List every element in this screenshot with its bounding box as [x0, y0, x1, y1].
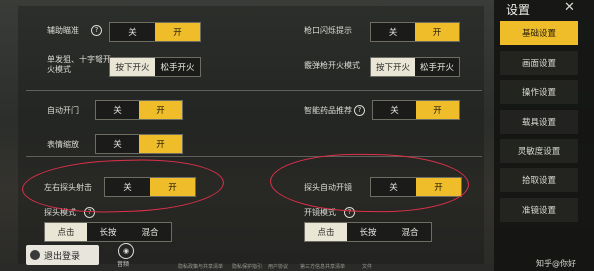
- shotgun-fire-press[interactable]: 按下开火: [371, 58, 415, 76]
- sidebar-item-basic[interactable]: 基础设置: [500, 21, 578, 45]
- shotgun-fire-label: 霰弹枪开火模式: [304, 61, 360, 70]
- logout-label: 退出登录: [44, 251, 81, 262]
- muzzle-flash-on[interactable]: 开: [415, 23, 459, 41]
- aim-assist-toggle[interactable]: 关 开: [109, 22, 201, 42]
- emote-zoom-on[interactable]: 开: [139, 135, 182, 153]
- logout-button[interactable]: 退出登录: [26, 245, 99, 265]
- peek-mode-tap[interactable]: 点击: [45, 223, 87, 241]
- smart-meds-toggle[interactable]: 关 开: [372, 100, 460, 120]
- muzzle-flash-label: 枪口闪烁提示: [304, 26, 352, 35]
- single-fire-release[interactable]: 松手开火: [155, 58, 200, 76]
- scope-mode-tap[interactable]: 点击: [305, 223, 347, 241]
- sidebar-item-pickup[interactable]: 拾取设置: [500, 168, 578, 192]
- smart-meds-off[interactable]: 关: [373, 101, 416, 119]
- footer-link-agreement[interactable]: 用户协议: [268, 263, 288, 270]
- peek-mode-hold[interactable]: 长按: [87, 223, 129, 241]
- headset-icon[interactable]: ◉: [118, 243, 134, 259]
- smart-meds-label: 智能药品推荐: [304, 106, 352, 115]
- sidebar-item-sensitivity[interactable]: 灵敏度设置: [500, 139, 578, 163]
- user-icon: [30, 250, 40, 260]
- footer-link-privacy[interactable]: 隐私政策与共享清单: [178, 263, 223, 270]
- shotgun-fire-toggle[interactable]: 按下开火 松手开火: [370, 57, 460, 77]
- auto-door-off[interactable]: 关: [96, 101, 139, 119]
- emote-zoom-label: 表情缩放: [47, 140, 79, 149]
- footer-link-files[interactable]: 文件: [362, 263, 372, 270]
- scope-mode-mixed[interactable]: 混合: [389, 223, 431, 241]
- muzzle-flash-off[interactable]: 关: [371, 23, 415, 41]
- single-fire-press[interactable]: 按下开火: [110, 58, 155, 76]
- auto-door-toggle[interactable]: 关 开: [95, 100, 183, 120]
- help-icon[interactable]: ?: [354, 105, 365, 116]
- auto-door-label: 自动开门: [47, 106, 79, 115]
- peek-mode-mixed[interactable]: 混合: [129, 223, 171, 241]
- help-icon[interactable]: ?: [91, 25, 102, 36]
- scope-mode-hold[interactable]: 长按: [347, 223, 389, 241]
- close-icon[interactable]: ✕: [564, 1, 575, 14]
- emote-zoom-off[interactable]: 关: [96, 135, 139, 153]
- voice-label: 音频: [117, 261, 130, 268]
- watermark: 知乎@你好: [536, 259, 576, 268]
- emote-zoom-toggle[interactable]: 关 开: [95, 134, 183, 154]
- aim-assist-on[interactable]: 开: [155, 23, 200, 41]
- footer-link-thirdparty[interactable]: 第三方信息共享清单: [300, 263, 345, 270]
- aim-assist-label: 辅助瞄准: [47, 26, 79, 35]
- auto-door-on[interactable]: 开: [139, 101, 182, 119]
- sidebar-item-controls[interactable]: 操作设置: [500, 80, 578, 104]
- divider: [26, 90, 482, 91]
- aim-assist-off[interactable]: 关: [110, 23, 155, 41]
- single-fire-toggle[interactable]: 按下开火 松手开火: [109, 57, 201, 77]
- sidebar-title: 设置: [506, 3, 531, 17]
- sidebar-item-vehicle[interactable]: 载具设置: [500, 110, 578, 134]
- sidebar-item-scope[interactable]: 准镜设置: [500, 198, 578, 222]
- sidebar-item-graphics[interactable]: 画面设置: [500, 51, 578, 75]
- smart-meds-on[interactable]: 开: [416, 101, 459, 119]
- scope-mode-selector[interactable]: 点击 长按 混合: [304, 222, 432, 242]
- single-fire-label: 单发狙、十字弩开火模式: [47, 55, 111, 74]
- footer-link-protection[interactable]: 隐私保护指引: [232, 263, 262, 270]
- muzzle-flash-toggle[interactable]: 关 开: [370, 22, 460, 42]
- peek-mode-selector[interactable]: 点击 长按 混合: [44, 222, 172, 242]
- shotgun-fire-release[interactable]: 松手开火: [415, 58, 459, 76]
